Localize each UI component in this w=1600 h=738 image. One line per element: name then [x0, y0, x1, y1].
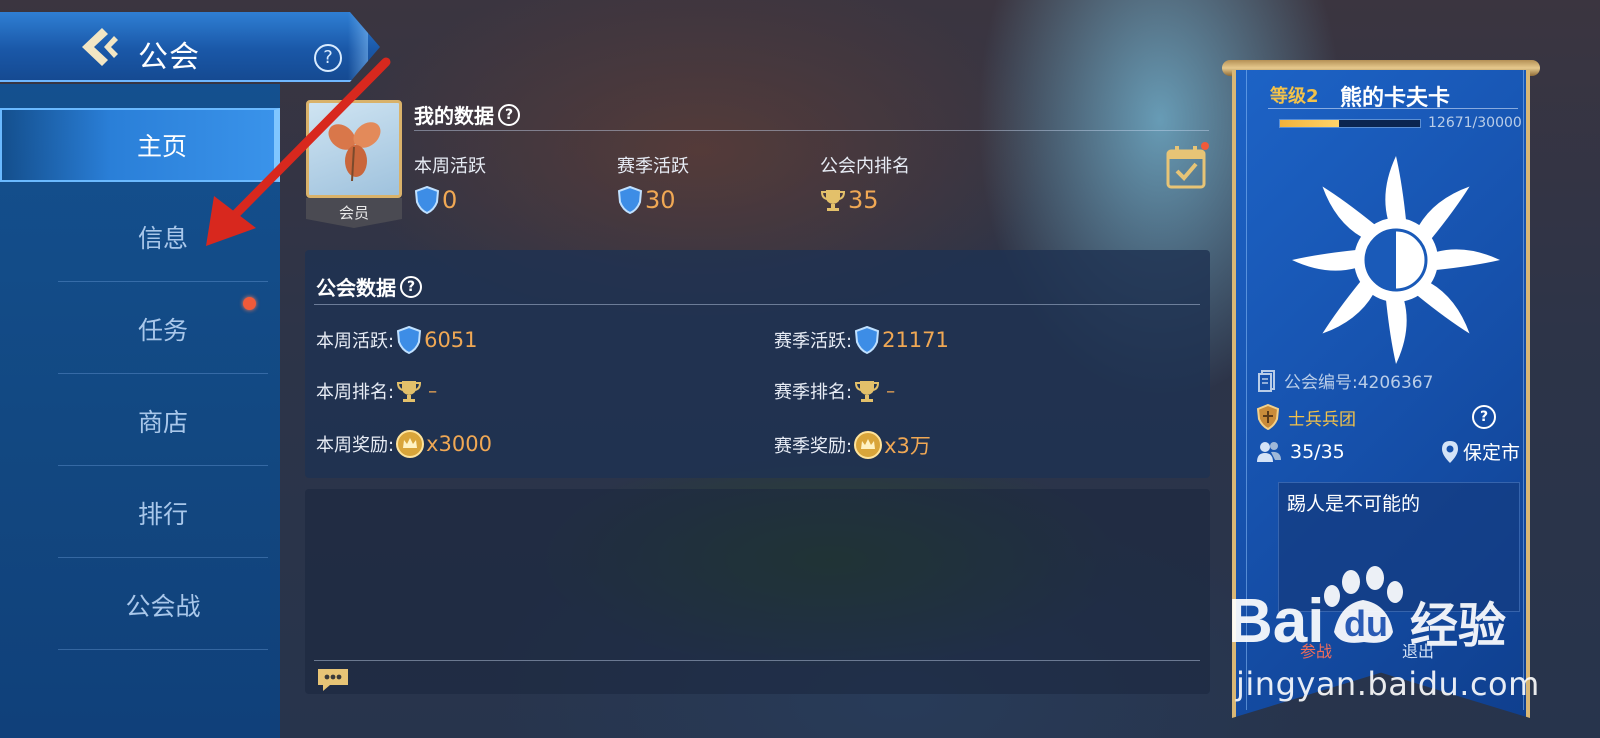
crown-coin-icon [854, 431, 883, 459]
notification-dot [243, 297, 256, 310]
guild-season-activity: 赛季活跃: 21171 [774, 326, 949, 354]
help-icon[interactable]: ? [400, 275, 422, 298]
role-badge: 会员 [306, 198, 402, 228]
calendar-check-icon [1166, 142, 1209, 189]
chat-bubble-icon [318, 669, 348, 691]
members-group: 35/35 [1256, 440, 1345, 464]
back-button[interactable] [76, 24, 122, 70]
divider [314, 304, 1200, 305]
clover-avatar-icon [328, 122, 381, 182]
help-icon[interactable]: ? [498, 103, 520, 126]
guild-season-rank: 赛季排名: – [774, 378, 895, 404]
guild-weekly-rank-value: – [428, 380, 438, 402]
sidebar-item-label: 任务 [137, 315, 188, 345]
guild-weekly-activity: 本周活跃: 6051 [316, 326, 478, 354]
guild-weekly-reward: 本周奖励: x3000 [316, 430, 492, 458]
divider [414, 130, 1209, 131]
guild-season-activity-value: 21171 [882, 328, 949, 352]
guild-weekly-reward-label: 本周奖励: [316, 435, 395, 456]
divider [1268, 108, 1518, 109]
guild-weekly-rank-label: 本周排名: [316, 382, 395, 403]
guild-id-text: 公会编号:4206367 [1284, 373, 1434, 393]
watermark-url: jingyan.baidu.com [1236, 665, 1540, 703]
my-data-title-text: 我的数据 [414, 104, 494, 128]
trophy-icon [855, 381, 880, 402]
members-count: 35/35 [1290, 440, 1345, 463]
top-header-bar: 公会 ? [0, 12, 380, 82]
guild-season-activity-label: 赛季活跃: [774, 331, 853, 352]
guild-rank-value: 35 [820, 186, 879, 214]
sidebar-item-shop[interactable]: 商店 [58, 376, 268, 466]
location-pin-icon [1441, 440, 1458, 463]
guild-level: 等级2 [1270, 86, 1319, 107]
location-text: 保定市 [1462, 442, 1520, 464]
guild-data-title: 公会数据 ? [316, 272, 422, 301]
guild-notice-box: 踢人是不可能的 [1278, 482, 1520, 612]
sidebar-item-label: 商店 [137, 407, 188, 437]
season-activity-label: 赛季活跃 [617, 156, 689, 177]
crown-coin-icon [396, 430, 425, 458]
shield-icon [397, 326, 422, 354]
sidebar-item-home[interactable]: 主页 [0, 108, 280, 182]
my-data-title: 我的数据 ? [414, 100, 520, 129]
guild-weekly-activity-value: 6051 [424, 328, 478, 352]
help-icon[interactable]: ? [314, 44, 342, 72]
guild-exp-text: 12671/30000 [1428, 115, 1522, 131]
weekly-activity-value: 0 [414, 186, 457, 214]
members-icon [1257, 441, 1281, 462]
quit-guild-button[interactable]: 退出 [1402, 638, 1434, 662]
location-group: 保定市 [1441, 438, 1520, 465]
guild-notice-text: 踢人是不可能的 [1287, 493, 1421, 515]
sidebar-item-guild-war[interactable]: 公会战 [58, 560, 268, 650]
guild-season-rank-label: 赛季排名: [774, 382, 853, 403]
guild-season-reward-label: 赛季奖励: [774, 436, 853, 457]
page-title: 公会 [138, 40, 200, 75]
player-avatar[interactable] [306, 100, 402, 198]
banner-actions: 参战 退出 [1300, 638, 1434, 662]
guild-type-row: 士兵兵团 ? [1256, 404, 1496, 430]
guild-exp-fill [1280, 120, 1339, 127]
guild-id-row: 公会编号:4206367 [1258, 368, 1433, 393]
guild-type-group: 士兵兵团 [1256, 404, 1356, 430]
chat-panel[interactable] [305, 489, 1210, 694]
document-icon [1258, 369, 1275, 392]
guild-members-row: 35/35 保定市 [1256, 438, 1520, 465]
chat-button[interactable] [316, 667, 350, 693]
guild-rank-label: 公会内排名 [820, 156, 910, 177]
divider [314, 660, 1200, 661]
guild-season-reward-value: x3万 [884, 434, 931, 458]
calendar-checkin-button[interactable] [1165, 142, 1209, 190]
guild-weekly-rank: 本周排名: – [316, 378, 437, 404]
shield-icon [414, 186, 440, 214]
sidebar-item-info[interactable]: 信息 [58, 192, 268, 282]
back-arrow-icon [82, 28, 118, 66]
guild-weekly-activity-label: 本周活跃: [316, 331, 395, 352]
guild-data-title-text: 公会数据 [316, 276, 396, 300]
join-battle-button[interactable]: 参战 [1300, 638, 1332, 662]
weekly-activity-number: 0 [442, 186, 458, 214]
guild-weekly-reward-value: x3000 [426, 432, 492, 456]
help-icon[interactable]: ? [1472, 405, 1496, 429]
weekly-activity-label: 本周活跃 [414, 156, 486, 177]
guild-exp-bar [1279, 119, 1421, 128]
guild-season-reward: 赛季奖励: x3万 [774, 430, 931, 460]
shield-icon [617, 186, 643, 214]
guild-season-rank-value: – [886, 380, 896, 402]
shield-badge-icon [1256, 404, 1280, 430]
guild-type-text: 士兵兵团 [1288, 409, 1356, 430]
season-activity-value: 30 [617, 186, 676, 214]
sidebar-item-label: 主页 [136, 132, 187, 161]
sidebar-item-label: 排行 [137, 499, 188, 529]
sidebar-item-label: 公会战 [125, 591, 201, 621]
sidebar-item-ranking[interactable]: 排行 [58, 468, 268, 558]
shield-icon [855, 326, 880, 354]
sun-emblem-icon [1292, 156, 1500, 364]
sidebar-item-tasks[interactable]: 任务 [58, 284, 268, 374]
guild-rank-number: 35 [848, 186, 879, 214]
season-activity-number: 30 [645, 186, 676, 214]
sidebar-item-label: 信息 [137, 223, 188, 253]
trophy-icon [397, 381, 422, 402]
trophy-icon [820, 190, 846, 211]
